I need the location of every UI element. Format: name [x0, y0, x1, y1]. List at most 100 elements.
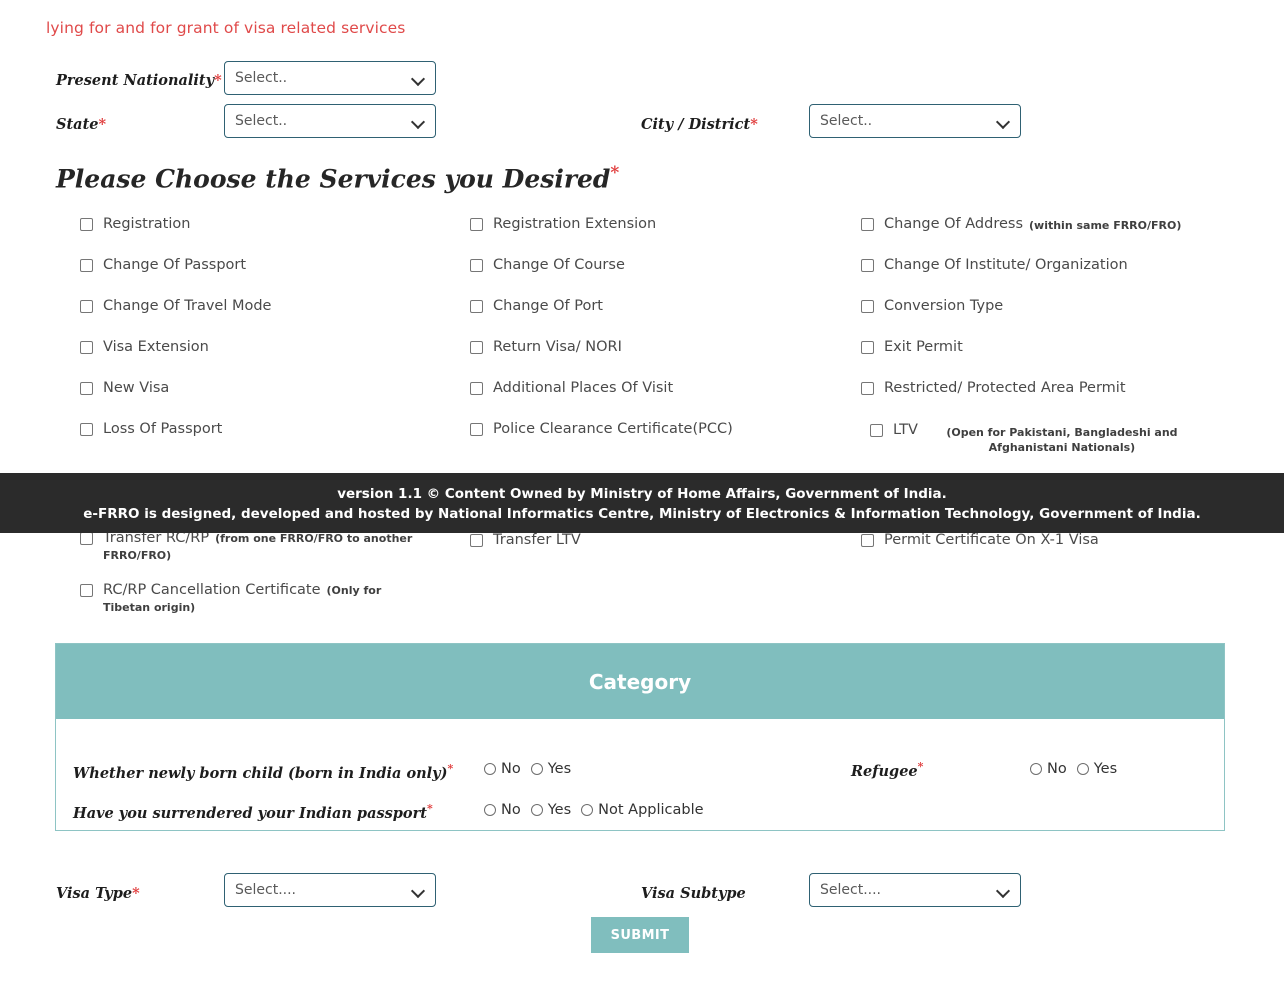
state-label: State* [56, 116, 106, 133]
radio-icon[interactable] [484, 804, 496, 816]
state-select[interactable]: Select.. [224, 104, 436, 138]
surrendered-passport-radio-group[interactable]: No Yes Not Applicable [484, 802, 714, 818]
service-checkbox-change-of-passport[interactable]: Change Of Passport [80, 257, 246, 273]
service-checkbox-permit-certificate-x1-visa[interactable]: Permit Certificate On X-1 Visa [861, 532, 1099, 548]
checkbox-icon[interactable] [861, 218, 874, 231]
surrendered-passport-question-text: Have you surrendered your Indian passpor… [73, 804, 427, 822]
service-note: (Open for Pakistani, Bangladeshi and Afg… [946, 426, 1178, 454]
checkbox-icon[interactable] [80, 423, 93, 436]
service-label: RC/RP Cancellation Certificate [103, 582, 321, 598]
radio-icon[interactable] [581, 804, 594, 816]
checkbox-icon[interactable] [861, 259, 874, 272]
service-label: Change Of Passport [103, 257, 247, 273]
service-checkbox-registration[interactable]: Registration [80, 216, 190, 232]
city-district-label-text: City / District [641, 116, 751, 133]
radio-icon[interactable] [530, 804, 543, 816]
service-checkbox-loss-of-passport[interactable]: Loss Of Passport [80, 421, 222, 437]
checkbox-icon[interactable] [861, 534, 874, 547]
submit-button[interactable]: SUBMIT [591, 917, 689, 953]
radio-option-no[interactable]: No [1030, 761, 1067, 777]
city-district-label: City / District* [641, 116, 758, 133]
checkbox-icon[interactable] [861, 341, 874, 354]
service-checkbox-change-of-institute[interactable]: Change Of Institute/ Organization [861, 257, 1128, 273]
service-checkbox-return-visa-nori[interactable]: Return Visa/ NORI [470, 339, 622, 355]
checkbox-icon[interactable] [80, 341, 93, 354]
category-panel-body: Whether newly born child (born in India … [56, 719, 1224, 831]
service-label: Additional Places Of Visit [493, 380, 674, 396]
service-checkbox-additional-places-of-visit[interactable]: Additional Places Of Visit [470, 380, 673, 396]
radio-option-no[interactable]: No [484, 802, 521, 818]
checkbox-icon[interactable] [470, 423, 483, 436]
radio-option-yes[interactable]: Yes [530, 761, 572, 777]
refugee-radio-group[interactable]: No Yes [1030, 761, 1127, 777]
radio-option-not-applicable[interactable]: Not Applicable [581, 802, 704, 818]
checkbox-icon[interactable] [861, 300, 874, 313]
city-district-select[interactable]: Select.. [809, 104, 1021, 138]
required-asterisk: * [132, 885, 140, 902]
checkbox-icon[interactable] [470, 300, 483, 313]
radio-label: Not Applicable [598, 802, 704, 818]
services-heading: Please Choose the Services you Desired* [56, 163, 619, 193]
service-label: Change Of Institute/ Organization [884, 257, 1128, 273]
service-label: Exit Permit [884, 339, 963, 355]
service-label: New Visa [103, 380, 170, 396]
efrro-application-form: lying for and for grant of visa related … [0, 0, 1284, 989]
checkbox-icon[interactable] [861, 382, 874, 395]
service-checkbox-restricted-area-permit[interactable]: Restricted/ Protected Area Permit [861, 380, 1126, 396]
service-checkbox-visa-extension[interactable]: Visa Extension [80, 339, 209, 355]
service-checkbox-change-of-course[interactable]: Change Of Course [470, 257, 625, 273]
service-checkbox-change-of-travel-mode[interactable]: Change Of Travel Mode [80, 298, 271, 314]
checkbox-icon[interactable] [80, 382, 93, 395]
visa-type-select[interactable]: Select.... [224, 873, 436, 907]
visa-subtype-select[interactable]: Select.... [809, 873, 1021, 907]
visa-services-notice: lying for and for grant of visa related … [46, 19, 406, 37]
service-checkbox-transfer-ltv[interactable]: Transfer LTV [470, 532, 581, 548]
service-checkbox-registration-extension[interactable]: Registration Extension [470, 216, 656, 232]
service-checkbox-exit-permit[interactable]: Exit Permit [861, 339, 963, 355]
service-label: Registration Extension [493, 216, 657, 232]
service-checkbox-new-visa[interactable]: New Visa [80, 380, 169, 396]
checkbox-icon[interactable] [470, 534, 483, 547]
checkbox-icon[interactable] [870, 424, 883, 437]
present-nationality-select[interactable]: Select.. [224, 61, 436, 95]
radio-icon[interactable] [530, 763, 543, 775]
service-checkbox-pcc[interactable]: Police Clearance Certificate(PCC) [470, 421, 733, 437]
radio-label: Yes [547, 761, 572, 777]
visa-type-label: Visa Type* [56, 885, 140, 902]
radio-option-no[interactable]: No [484, 761, 521, 777]
service-label: Change Of Travel Mode [103, 298, 272, 314]
service-checkbox-transfer-rc-rp[interactable]: Transfer RC/RP (from one FRRO/FRO to anot… [80, 530, 420, 564]
checkbox-icon[interactable] [80, 584, 93, 597]
service-label-wrap: RC/RP Cancellation Certificate (Only for … [103, 582, 410, 616]
radio-label: Yes [1093, 761, 1118, 777]
required-asterisk: * [750, 116, 758, 133]
checkbox-icon[interactable] [80, 532, 93, 545]
service-label: Loss Of Passport [103, 421, 223, 437]
service-label: Permit Certificate On X-1 Visa [884, 532, 1099, 548]
service-checkbox-conversion-type[interactable]: Conversion Type [861, 298, 1003, 314]
radio-icon[interactable] [1076, 763, 1089, 775]
checkbox-icon[interactable] [470, 218, 483, 231]
service-checkbox-rc-rp-cancellation-certificate[interactable]: RC/RP Cancellation Certificate (Only for … [80, 582, 410, 616]
checkbox-icon[interactable] [470, 382, 483, 395]
service-label-wrap: Transfer RC/RP (from one FRRO/FRO to anot… [103, 530, 420, 564]
service-checkbox-change-of-address[interactable]: Change Of Address (within same FRRO/FRO) [861, 216, 1181, 232]
visa-subtype-select-wrap: Select.... [809, 873, 1021, 907]
footer-line-1: version 1.1 © Content Owned by Ministry … [337, 486, 947, 502]
service-checkbox-change-of-port[interactable]: Change Of Port [470, 298, 603, 314]
radio-option-yes[interactable]: Yes [530, 802, 571, 818]
checkbox-icon[interactable] [470, 259, 483, 272]
required-asterisk: * [447, 762, 454, 775]
newborn-child-question-label: Whether newly born child (born in India … [73, 762, 453, 782]
service-checkbox-ltv[interactable]: LTV (Open for Pakistani, Bangladeshi and… [870, 422, 1200, 455]
checkbox-icon[interactable] [80, 218, 93, 231]
radio-icon[interactable] [484, 763, 496, 775]
service-label: Return Visa/ NORI [493, 339, 622, 355]
visa-type-label-text: Visa Type [56, 885, 133, 902]
radio-option-yes[interactable]: Yes [1076, 761, 1118, 777]
checkbox-icon[interactable] [80, 300, 93, 313]
newborn-child-radio-group[interactable]: No Yes [484, 761, 581, 777]
radio-icon[interactable] [1030, 763, 1042, 775]
checkbox-icon[interactable] [470, 341, 483, 354]
checkbox-icon[interactable] [80, 259, 93, 272]
